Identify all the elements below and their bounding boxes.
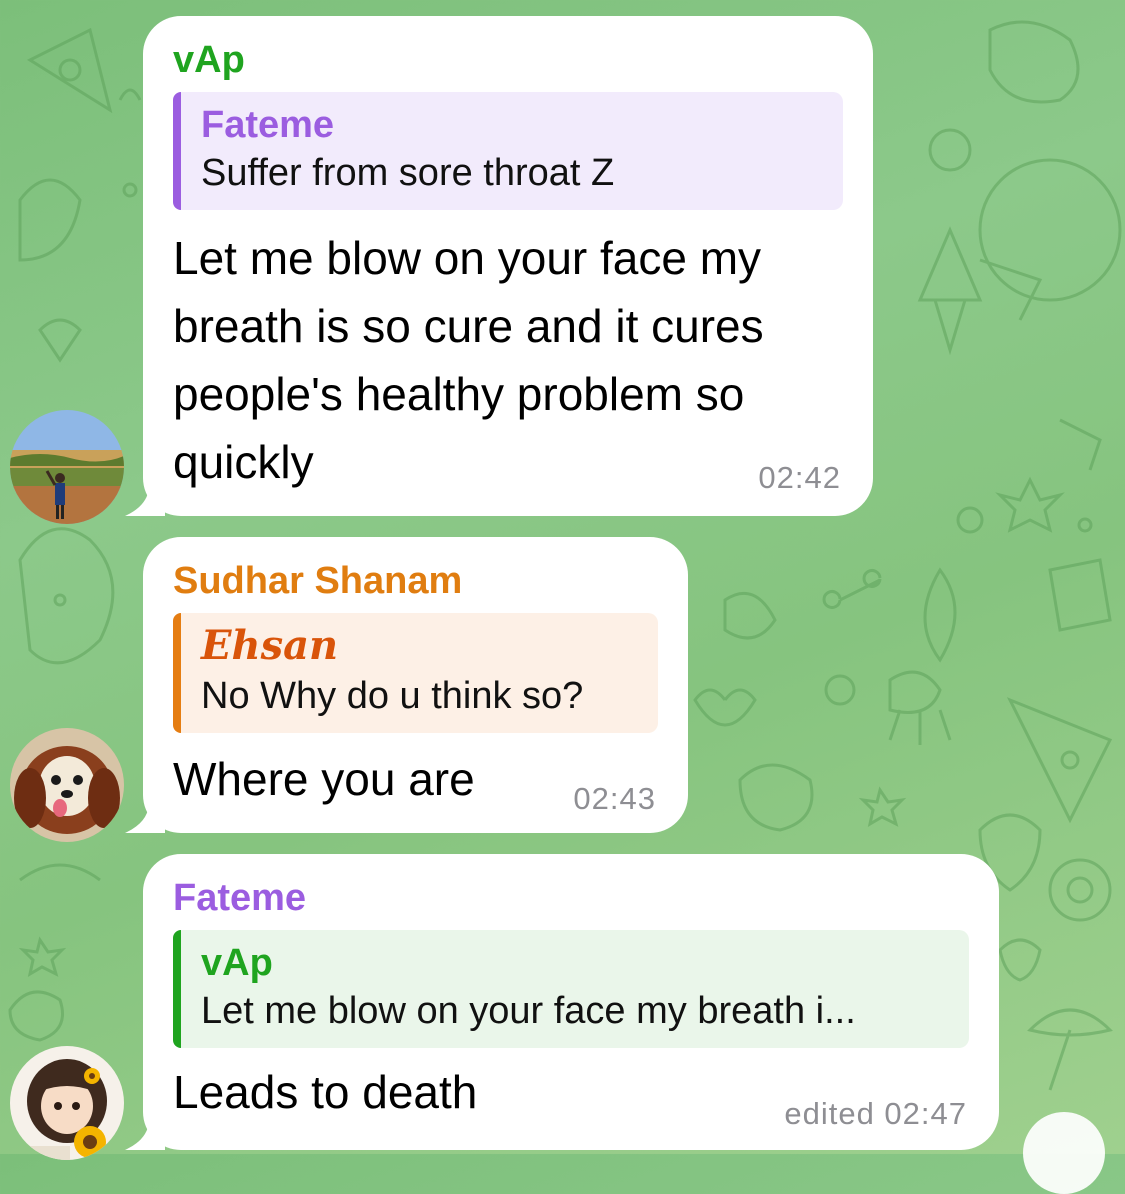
reply-quote[interactable]: Ehsan No Why do u think so? <box>173 613 658 733</box>
reply-quote[interactable]: vAp Let me blow on your face my breath i… <box>173 930 969 1048</box>
bubble-tail <box>125 805 165 833</box>
bubble-tail <box>125 488 165 516</box>
scroll-down-button[interactable] <box>1023 1112 1105 1194</box>
sender-name[interactable]: Fateme <box>173 876 969 920</box>
reply-text: Suffer from sore throat Z <box>201 152 615 194</box>
reply-sender-name: Fateme <box>201 104 335 146</box>
reply-sender-name: vAp <box>201 942 273 984</box>
reply-sender-name: Ehsan <box>201 622 339 669</box>
message-line: quickly <box>173 436 314 488</box>
message-line: breath is so cure and it cures <box>173 300 764 352</box>
sender-name[interactable]: Sudhar Shanam <box>173 559 658 603</box>
reply-text: No Why do u think so? <box>201 675 584 717</box>
avatar-photo-landscape <box>10 410 124 524</box>
message-bubble[interactable]: Sudhar Shanam Ehsan No Why do u think so… <box>125 537 688 833</box>
message-line: people's healthy problem so <box>173 368 745 420</box>
avatar-illustration-girl-sunflower <box>10 1046 124 1160</box>
message-bubble[interactable]: vAp Fateme Suffer from sore throat Z Let… <box>125 16 873 516</box>
avatar[interactable] <box>10 1046 124 1160</box>
bubble-tail <box>125 1122 165 1150</box>
message-time: 02:43 <box>573 781 656 816</box>
reply-text: Let me blow on your face my breath i... <box>201 990 856 1032</box>
message-line: Let me blow on your face my <box>173 232 762 284</box>
avatar[interactable] <box>10 728 124 842</box>
message-text: Let me blow on your face my breath is so… <box>173 224 843 496</box>
avatar[interactable] <box>10 410 124 524</box>
avatar-photo-dog <box>10 728 124 842</box>
message-time: 02:42 <box>758 460 841 495</box>
sender-name[interactable]: vAp <box>173 38 843 82</box>
message-bubble[interactable]: Fateme vAp Let me blow on your face my b… <box>125 854 999 1150</box>
reply-quote[interactable]: Fateme Suffer from sore throat Z <box>173 92 843 210</box>
message-time: edited 02:47 <box>784 1096 967 1131</box>
